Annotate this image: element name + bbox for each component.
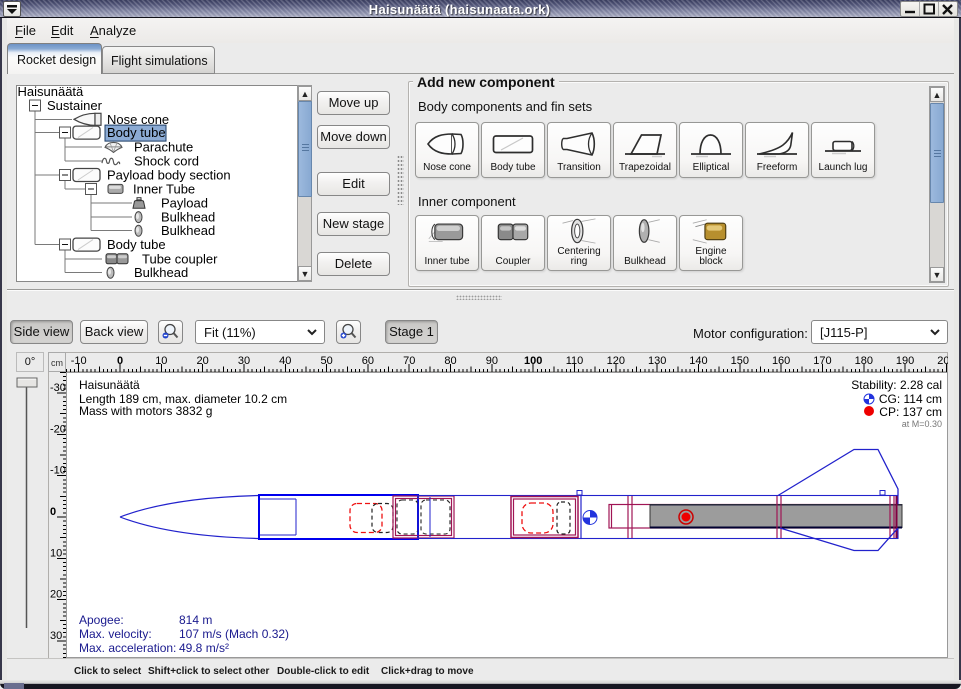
svg-text:Tube coupler: Tube coupler [142,251,218,266]
svg-text:10: 10 [50,547,62,559]
svg-text:160: 160 [772,355,790,367]
svg-text:70: 70 [403,355,415,367]
svg-text:40: 40 [279,355,291,367]
svg-text:Body tube: Body tube [107,237,166,252]
svg-text:200: 200 [937,355,948,367]
svg-text:10: 10 [155,355,167,367]
svg-text:Inner Tube: Inner Tube [133,181,195,196]
svg-text:Mass with motors 3832 g: Mass with motors 3832 g [79,404,212,418]
svg-text:-30: -30 [50,382,66,394]
svg-text:30: 30 [238,355,250,367]
svg-text:20: 20 [50,589,62,601]
svg-text:-20: -20 [50,423,66,435]
svg-text:150: 150 [731,355,749,367]
svg-text:Body tube: Body tube [107,125,166,140]
svg-text:30: 30 [50,630,62,642]
svg-text:-10: -10 [71,355,87,367]
svg-text:20: 20 [197,355,209,367]
svg-text:130: 130 [648,355,666,367]
svg-text:Payload: Payload [161,196,208,211]
svg-text:Payload body section: Payload body section [107,168,231,183]
svg-text:Shock cord: Shock cord [134,154,199,169]
svg-text:80: 80 [444,355,456,367]
svg-text:-10: -10 [50,465,66,477]
svg-text:170: 170 [813,355,831,367]
svg-text:Sustainer: Sustainer [47,98,103,113]
svg-text:49.8 m/s²: 49.8 m/s² [179,641,229,655]
svg-text:Max. velocity:: Max. velocity: [79,627,152,641]
svg-text:140: 140 [689,355,707,367]
svg-text:0: 0 [50,506,56,518]
svg-text:Apogee:: Apogee: [79,613,124,627]
svg-text:107 m/s (Mach 0.32): 107 m/s (Mach 0.32) [179,627,289,641]
svg-text:120: 120 [607,355,625,367]
svg-text:CG: 114 cm: CG: 114 cm [879,392,942,406]
svg-text:90: 90 [486,355,498,367]
svg-text:Haisunäätä: Haisunäätä [79,378,140,392]
svg-text:Max. acceleration:: Max. acceleration: [79,641,176,655]
svg-text:180: 180 [855,355,873,367]
svg-text:Bulkhead: Bulkhead [161,223,215,238]
svg-text:Stability: 2.28 cal: Stability: 2.28 cal [851,378,942,392]
svg-text:60: 60 [362,355,374,367]
svg-text:814 m: 814 m [179,613,212,627]
svg-text:190: 190 [896,355,914,367]
svg-text:Haisunäätä: Haisunäätä [18,86,85,99]
svg-text:100: 100 [524,355,542,367]
svg-text:CP: 137 cm: CP: 137 cm [879,405,942,419]
svg-text:Parachute: Parachute [134,139,193,154]
svg-text:Bulkhead: Bulkhead [134,265,188,280]
svg-text:at M=0.30: at M=0.30 [902,419,942,429]
svg-text:110: 110 [566,355,584,367]
svg-text:50: 50 [320,355,332,367]
svg-text:0: 0 [117,355,123,367]
